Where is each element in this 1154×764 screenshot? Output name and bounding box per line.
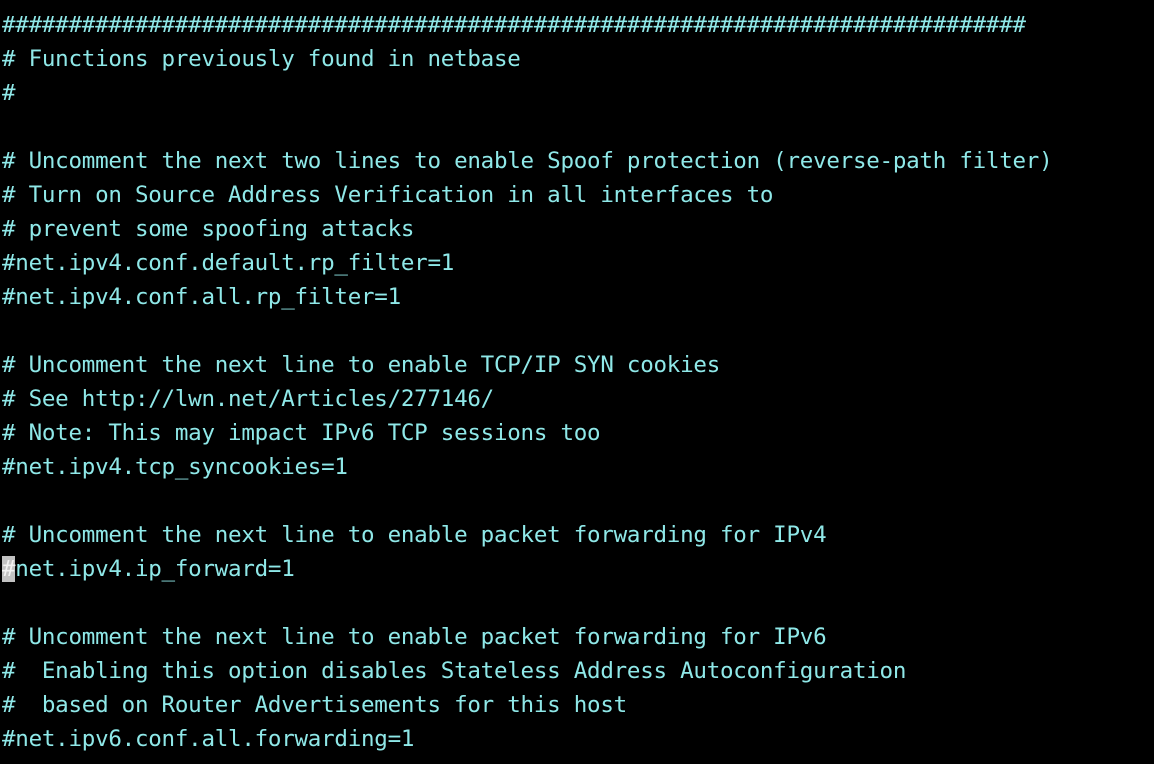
terminal-text: # prevent some spoofing attacks xyxy=(2,216,415,242)
terminal-line[interactable]: #net.ipv4.conf.default.rp_filter=1 xyxy=(2,246,1154,280)
terminal-line[interactable]: # Uncomment the next line to enable TCP/… xyxy=(2,348,1154,382)
terminal-line[interactable]: # Note: This may impact IPv6 TCP session… xyxy=(2,416,1154,450)
terminal-text: #net.ipv6.conf.all.forwarding=1 xyxy=(2,726,415,752)
terminal-line[interactable]: #net.ipv6.conf.all.forwarding=1 xyxy=(2,722,1154,756)
terminal-line[interactable]: # based on Router Advertisements for thi… xyxy=(2,688,1154,722)
terminal-line[interactable]: #net.ipv4.tcp_syncookies=1 xyxy=(2,450,1154,484)
terminal-line[interactable]: # See http://lwn.net/Articles/277146/ xyxy=(2,382,1154,416)
terminal-text: ########################################… xyxy=(2,12,1026,38)
terminal-text: # Uncomment the next two lines to enable… xyxy=(2,148,1053,174)
terminal-line[interactable]: #net.ipv4.ip_forward=1 xyxy=(2,552,1154,586)
terminal-text: # Note: This may impact IPv6 TCP session… xyxy=(2,420,601,446)
terminal-text: # Uncomment the next line to enable pack… xyxy=(2,624,827,650)
terminal-line[interactable] xyxy=(2,586,1154,620)
terminal-text: #net.ipv4.conf.default.rp_filter=1 xyxy=(2,250,455,276)
terminal-line[interactable]: # Uncomment the next line to enable pack… xyxy=(2,518,1154,552)
terminal-text: # based on Router Advertisements for thi… xyxy=(2,692,627,718)
terminal-line[interactable] xyxy=(2,484,1154,518)
text-cursor[interactable]: # xyxy=(2,556,16,582)
terminal-text: # xyxy=(2,80,16,106)
terminal-text: net.ipv4.ip_forward=1 xyxy=(15,556,295,582)
terminal-line[interactable] xyxy=(2,110,1154,144)
terminal-text: #net.ipv4.conf.all.rp_filter=1 xyxy=(2,284,401,310)
terminal-text: # Uncomment the next line to enable TCP/… xyxy=(2,352,720,378)
terminal-screen[interactable]: ########################################… xyxy=(0,0,1154,764)
terminal-line[interactable]: # prevent some spoofing attacks xyxy=(2,212,1154,246)
terminal-line[interactable]: # Turn on Source Address Verification in… xyxy=(2,178,1154,212)
terminal-line[interactable]: # Uncomment the next two lines to enable… xyxy=(2,144,1154,178)
terminal-line[interactable]: ########################################… xyxy=(2,8,1154,42)
terminal-text: # Turn on Source Address Verification in… xyxy=(2,182,774,208)
terminal-line[interactable]: #net.ipv4.conf.all.rp_filter=1 xyxy=(2,280,1154,314)
terminal-line[interactable]: # Functions previously found in netbase xyxy=(2,42,1154,76)
terminal-text: # Enabling this option disables Stateles… xyxy=(2,658,907,684)
terminal-line[interactable]: # Uncomment the next line to enable pack… xyxy=(2,620,1154,654)
terminal-line[interactable]: # xyxy=(2,76,1154,110)
terminal-text: # Functions previously found in netbase xyxy=(2,46,521,72)
terminal-text: #net.ipv4.tcp_syncookies=1 xyxy=(2,454,348,480)
terminal-text: # See http://lwn.net/Articles/277146/ xyxy=(2,386,494,412)
terminal-text: # Uncomment the next line to enable pack… xyxy=(2,522,827,548)
terminal-line[interactable]: # Enabling this option disables Stateles… xyxy=(2,654,1154,688)
terminal-line[interactable] xyxy=(2,314,1154,348)
